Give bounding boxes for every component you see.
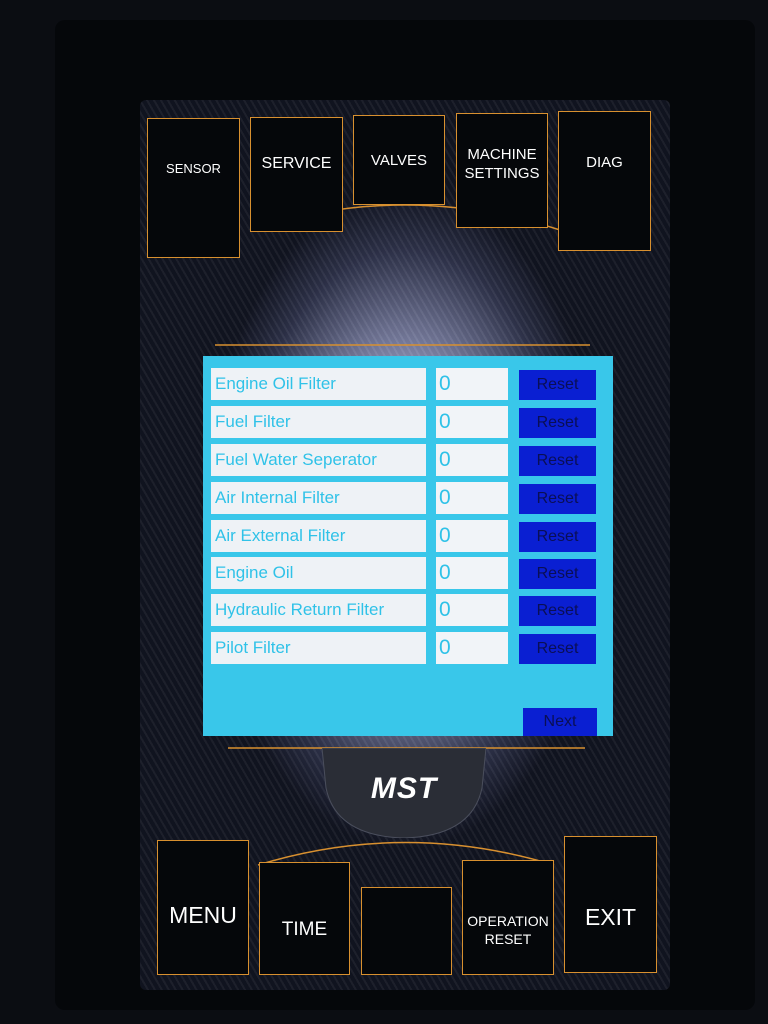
item-name: Engine Oil (211, 557, 426, 589)
time-button[interactable]: TIME (259, 862, 350, 975)
item-value: 0 (436, 557, 508, 589)
diag-button[interactable]: DIAG (558, 111, 651, 251)
menu-button[interactable]: MENU (157, 840, 249, 975)
item-value: 0 (436, 632, 508, 664)
item-name: Air External Filter (211, 520, 426, 552)
item-name: Engine Oil Filter (211, 368, 426, 400)
item-name: Fuel Filter (211, 406, 426, 438)
mst-logo: MST (321, 747, 487, 839)
reset-button[interactable]: Reset (519, 484, 596, 514)
item-value: 0 (436, 406, 508, 438)
reset-button[interactable]: Reset (519, 596, 596, 626)
item-value: 0 (436, 444, 508, 476)
exit-button[interactable]: EXIT (564, 836, 657, 973)
item-name: Pilot Filter (211, 632, 426, 664)
blank-button[interactable] (361, 887, 452, 975)
item-name: Fuel Water Seperator (211, 444, 426, 476)
reset-button[interactable]: Reset (519, 522, 596, 552)
item-name: Air Internal Filter (211, 482, 426, 514)
sensor-button[interactable]: SENSOR (147, 118, 240, 258)
service-panel: Engine Oil Filter 0 Reset Fuel Filter 0 … (203, 356, 613, 736)
item-value: 0 (436, 368, 508, 400)
item-value: 0 (436, 482, 508, 514)
item-value: 0 (436, 594, 508, 626)
reset-button[interactable]: Reset (519, 370, 596, 400)
logo-text: MST (370, 772, 438, 805)
operation-reset-button[interactable]: OPERATION RESET (462, 860, 554, 975)
machine-settings-button[interactable]: MACHINE SETTINGS (456, 113, 548, 228)
reset-button[interactable]: Reset (519, 408, 596, 438)
reset-button[interactable]: Reset (519, 559, 596, 589)
next-button[interactable]: Next (523, 708, 597, 736)
service-button[interactable]: SERVICE (250, 117, 343, 232)
item-name: Hydraulic Return Filter (211, 594, 426, 626)
reset-button[interactable]: Reset (519, 446, 596, 476)
reset-button[interactable]: Reset (519, 634, 596, 664)
item-value: 0 (436, 520, 508, 552)
valves-button[interactable]: VALVES (353, 115, 445, 205)
